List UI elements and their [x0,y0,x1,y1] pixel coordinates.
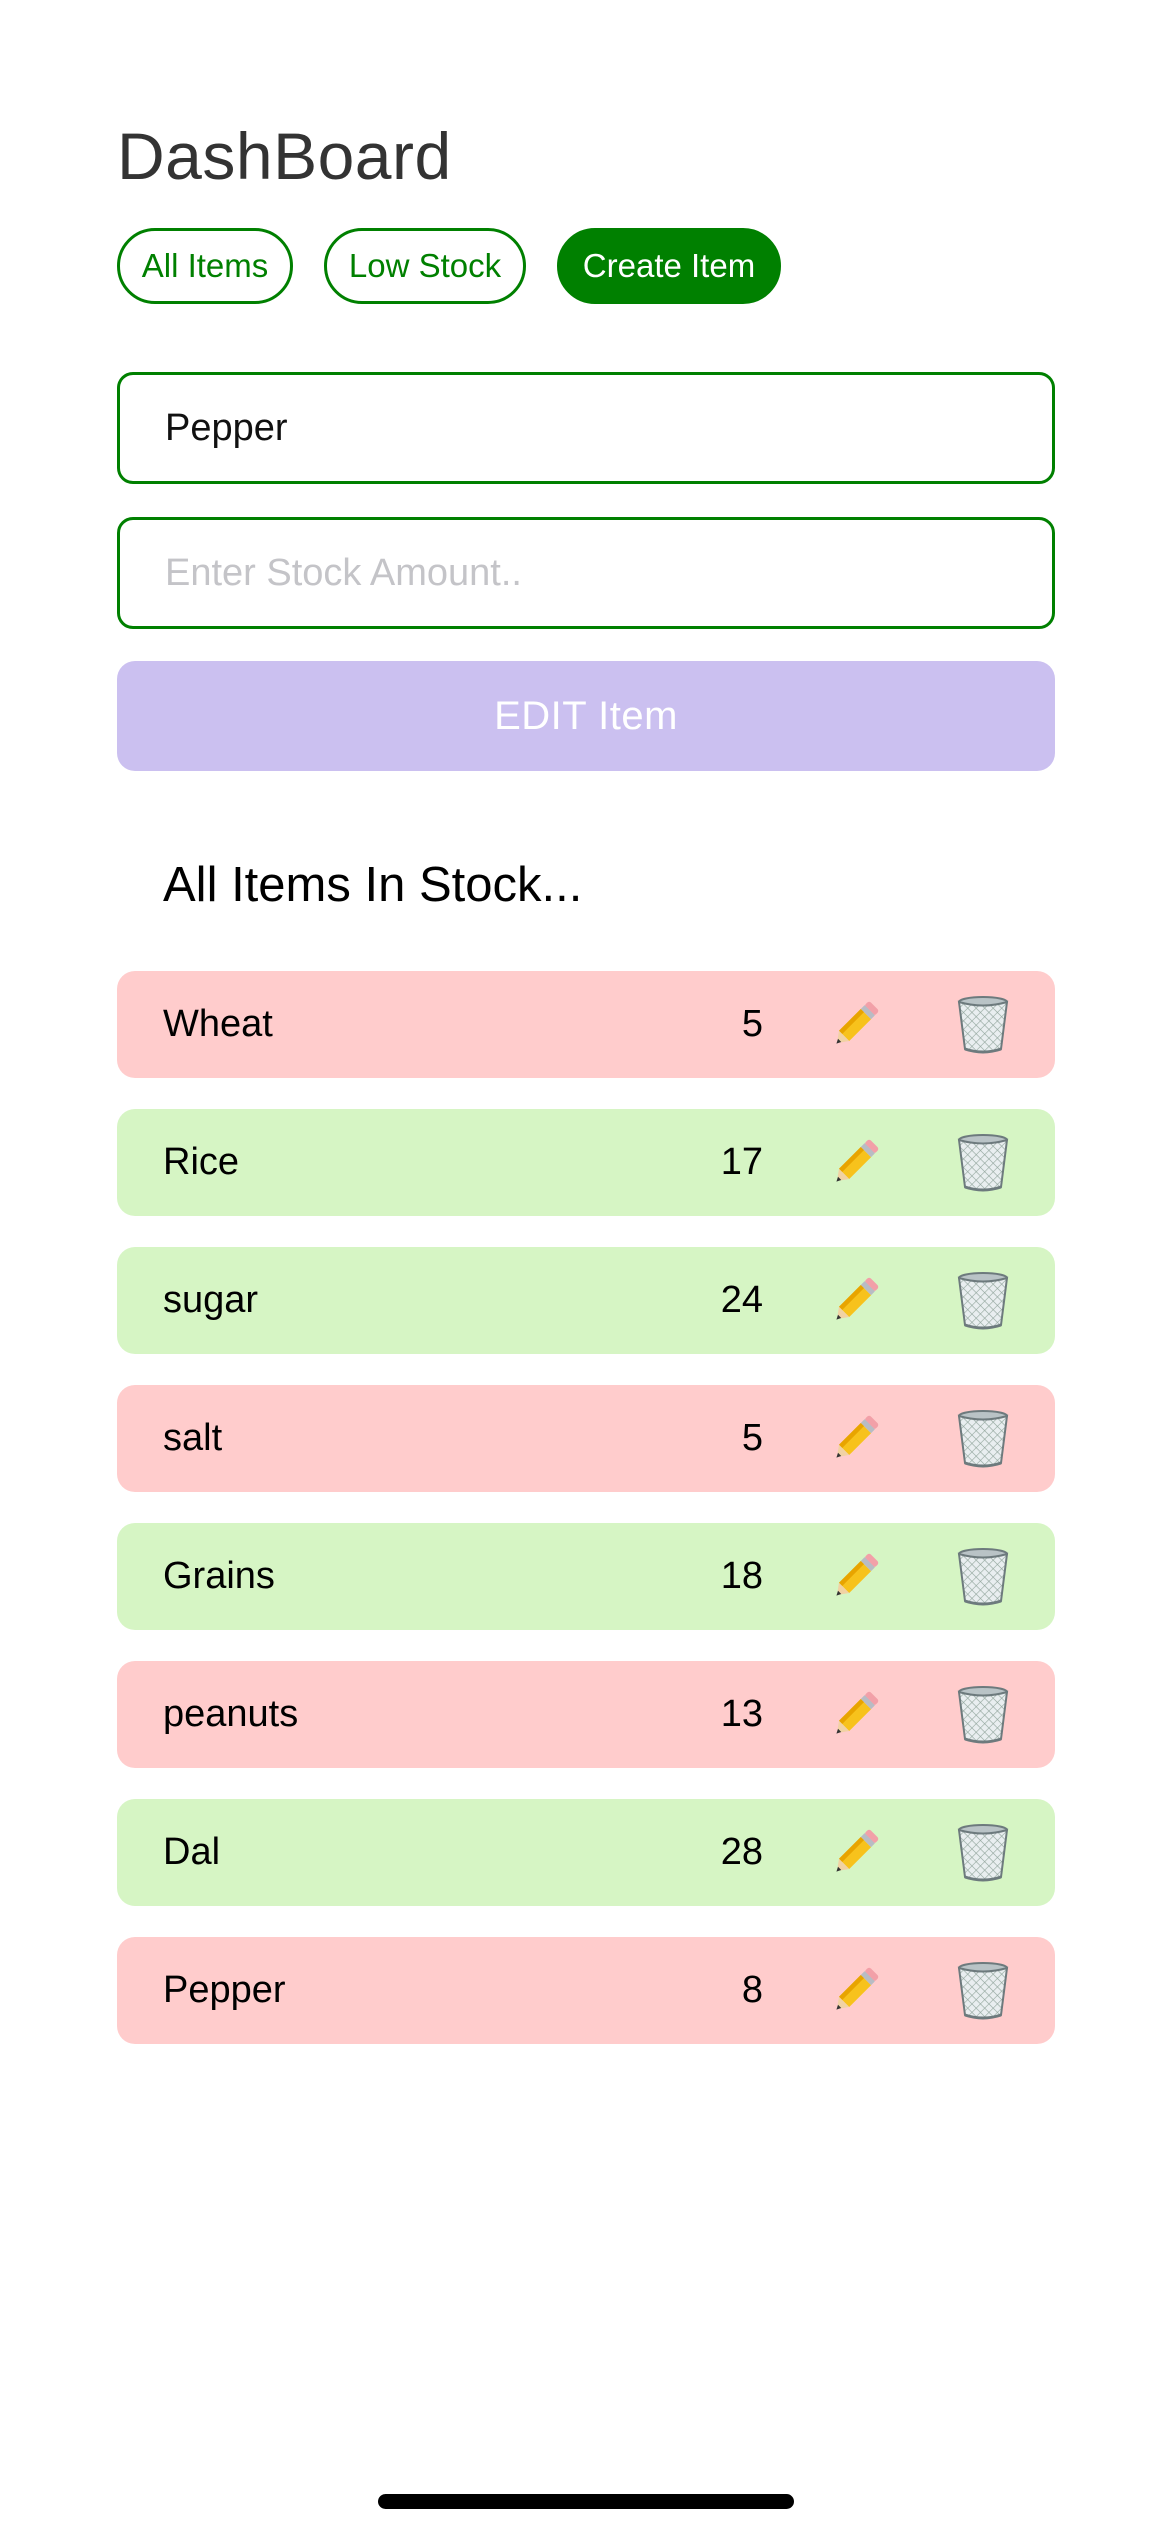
stock-item-row: Rice 17 [117,1109,1055,1216]
item-quantity: 28 [720,1831,763,1873]
item-name: Wheat [163,1003,273,1045]
stock-item-row: Pepper 8 [117,1937,1055,2044]
trash-can-icon[interactable] [951,1407,1015,1471]
pencil-icon[interactable] [823,1131,887,1195]
item-quantity: 17 [720,1141,763,1183]
stock-item-row: Wheat 5 [117,971,1055,1078]
stock-amount-field[interactable]: Enter Stock Amount.. [117,517,1055,629]
trash-can-icon[interactable] [951,1545,1015,1609]
item-name: Rice [163,1141,240,1183]
pencil-icon[interactable] [823,1269,887,1333]
item-name: Grains [163,1555,275,1597]
pencil-icon[interactable] [823,993,887,1057]
trash-can-icon[interactable] [951,1131,1015,1195]
stock-item-row: Dal 28 [117,1799,1055,1906]
edit-item-button[interactable]: EDIT Item [117,661,1055,771]
trash-can-icon[interactable] [951,1821,1015,1885]
trash-can-icon[interactable] [951,1269,1015,1333]
stock-amount-placeholder: Enter Stock Amount.. [165,551,522,594]
item-quantity: 5 [741,1003,763,1045]
item-name: Dal [163,1831,221,1873]
pencil-icon[interactable] [823,1407,887,1471]
pencil-icon[interactable] [823,1959,887,2023]
item-quantity: 8 [741,1969,763,2011]
item-quantity: 5 [741,1417,763,1459]
stock-list: Wheat 5 Rice 17 sugar 24 salt 5 Grains 1… [117,971,1055,2075]
stock-item-row: peanuts 13 [117,1661,1055,1768]
tab-all-items[interactable]: All Items [117,228,293,304]
stock-list-heading: All Items In Stock... [163,858,583,912]
item-quantity: 18 [720,1555,763,1597]
item-name: sugar [163,1279,259,1321]
pencil-icon[interactable] [823,1821,887,1885]
stock-item-row: Grains 18 [117,1523,1055,1630]
dashboard-screen: DashBoard All Items Low Stock Create Ite… [0,0,1170,2532]
tab-low-stock[interactable]: Low Stock [324,228,526,304]
item-name: Pepper [163,1969,286,2011]
stock-item-row: salt 5 [117,1385,1055,1492]
item-name: salt [163,1417,223,1459]
item-name: peanuts [163,1693,299,1735]
pencil-icon[interactable] [823,1545,887,1609]
item-name-field[interactable]: Pepper [117,372,1055,484]
item-quantity: 13 [720,1693,763,1735]
trash-can-icon[interactable] [951,1683,1015,1747]
trash-can-icon[interactable] [951,1959,1015,2023]
pencil-icon[interactable] [823,1683,887,1747]
item-name-value: Pepper [165,406,288,449]
trash-can-icon[interactable] [951,993,1015,1057]
page-title: DashBoard [117,119,452,193]
home-indicator [378,2494,794,2509]
stock-item-row: sugar 24 [117,1247,1055,1354]
tab-bar: All Items Low Stock Create Item [117,228,781,304]
tab-create-item[interactable]: Create Item [557,228,781,304]
item-quantity: 24 [720,1279,763,1321]
